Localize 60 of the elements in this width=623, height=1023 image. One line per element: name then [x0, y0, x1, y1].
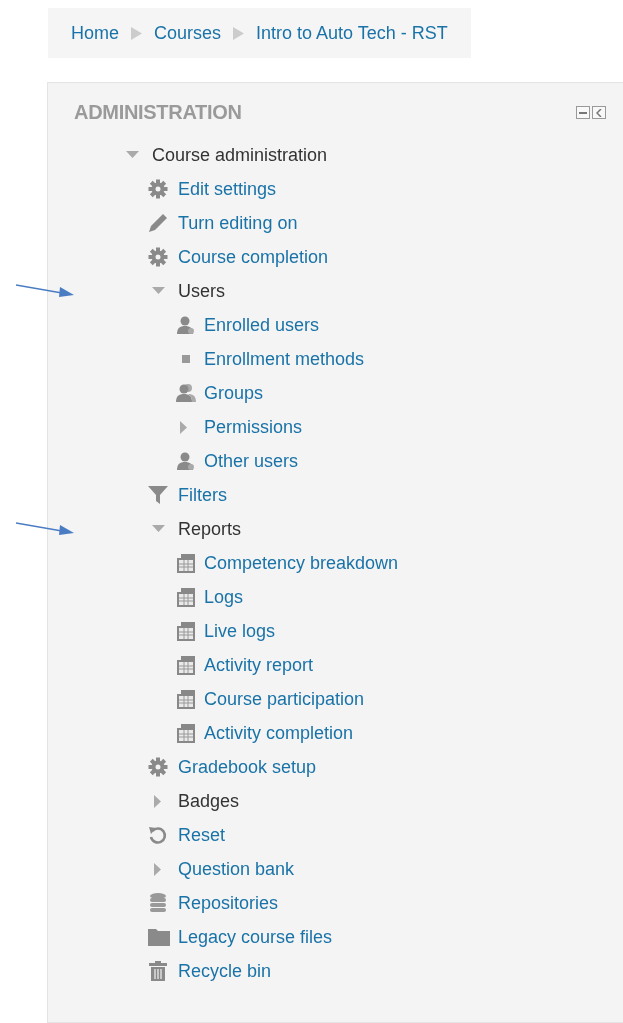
- caret-down-icon[interactable]: [126, 151, 139, 159]
- database-icon: [150, 893, 166, 913]
- caret-right-icon[interactable]: [154, 794, 162, 808]
- minimize-button[interactable]: [576, 106, 590, 119]
- user-icon: [176, 451, 196, 471]
- menu-item[interactable]: Badges: [178, 790, 240, 812]
- report-icon: [174, 552, 196, 574]
- menu-item[interactable]: Competency breakdown: [204, 552, 399, 574]
- trash-icon: [149, 961, 167, 981]
- gear-icon: [148, 247, 168, 267]
- caret-down-icon[interactable]: [152, 287, 165, 295]
- gear-icon: [148, 757, 168, 777]
- block-title: ADMINISTRATION: [74, 101, 242, 124]
- pencil-icon: [148, 213, 168, 233]
- user-icon: [176, 315, 196, 335]
- filter-icon: [148, 485, 168, 505]
- minimize-icon: [579, 111, 587, 114]
- folder-icon: [148, 928, 170, 946]
- separator-icon: [233, 26, 245, 40]
- menu-item[interactable]: Course completion: [178, 246, 329, 268]
- chevron-left-icon: [596, 108, 602, 117]
- breadcrumb-link[interactable]: Courses: [154, 22, 222, 44]
- dock-button[interactable]: [592, 106, 606, 119]
- menu-item[interactable]: Activity completion: [204, 722, 354, 744]
- caret-right-icon[interactable]: [154, 862, 162, 876]
- menu-item[interactable]: Turn editing on: [178, 212, 298, 234]
- menu-item[interactable]: Legacy course files: [178, 926, 333, 948]
- menu-item[interactable]: Recycle bin: [178, 960, 272, 982]
- menu-item[interactable]: Activity report: [204, 654, 314, 676]
- caret-right-icon[interactable]: [180, 420, 188, 434]
- report-icon: [174, 722, 196, 744]
- group-icon: [175, 383, 197, 403]
- breadcrumb-link[interactable]: Intro to Auto Tech - RST: [256, 22, 448, 44]
- menu-item[interactable]: Gradebook setup: [178, 756, 317, 778]
- menu-item[interactable]: Reset: [178, 824, 226, 846]
- menu-item[interactable]: Filters: [178, 484, 227, 506]
- gear-icon: [148, 179, 168, 199]
- menu-item[interactable]: Users: [178, 280, 225, 302]
- menu-item[interactable]: Course administration: [152, 144, 328, 166]
- report-icon: [174, 586, 196, 608]
- report-icon: [174, 620, 196, 642]
- menu-item[interactable]: Permissions: [204, 416, 303, 438]
- menu-item[interactable]: Other users: [204, 450, 299, 472]
- report-icon: [174, 654, 196, 676]
- menu-item[interactable]: Edit settings: [178, 178, 277, 200]
- menu-item[interactable]: Repositories: [178, 892, 279, 914]
- menu-item[interactable]: Reports: [178, 518, 242, 540]
- reset-icon: [148, 825, 168, 845]
- menu-item[interactable]: Enrolled users: [204, 314, 320, 336]
- menu-item[interactable]: Groups: [204, 382, 264, 404]
- caret-down-icon[interactable]: [152, 525, 165, 533]
- menu-item[interactable]: Logs: [204, 586, 244, 608]
- menu-item[interactable]: Course participation: [204, 688, 365, 710]
- menu-item[interactable]: Live logs: [204, 620, 276, 642]
- report-icon: [174, 688, 196, 710]
- menu-item[interactable]: Enrollment methods: [204, 348, 365, 370]
- separator-icon: [131, 26, 142, 40]
- menu-item[interactable]: Question bank: [178, 858, 295, 880]
- breadcrumb-link[interactable]: Home: [71, 22, 119, 44]
- bullet-icon: [182, 355, 190, 363]
